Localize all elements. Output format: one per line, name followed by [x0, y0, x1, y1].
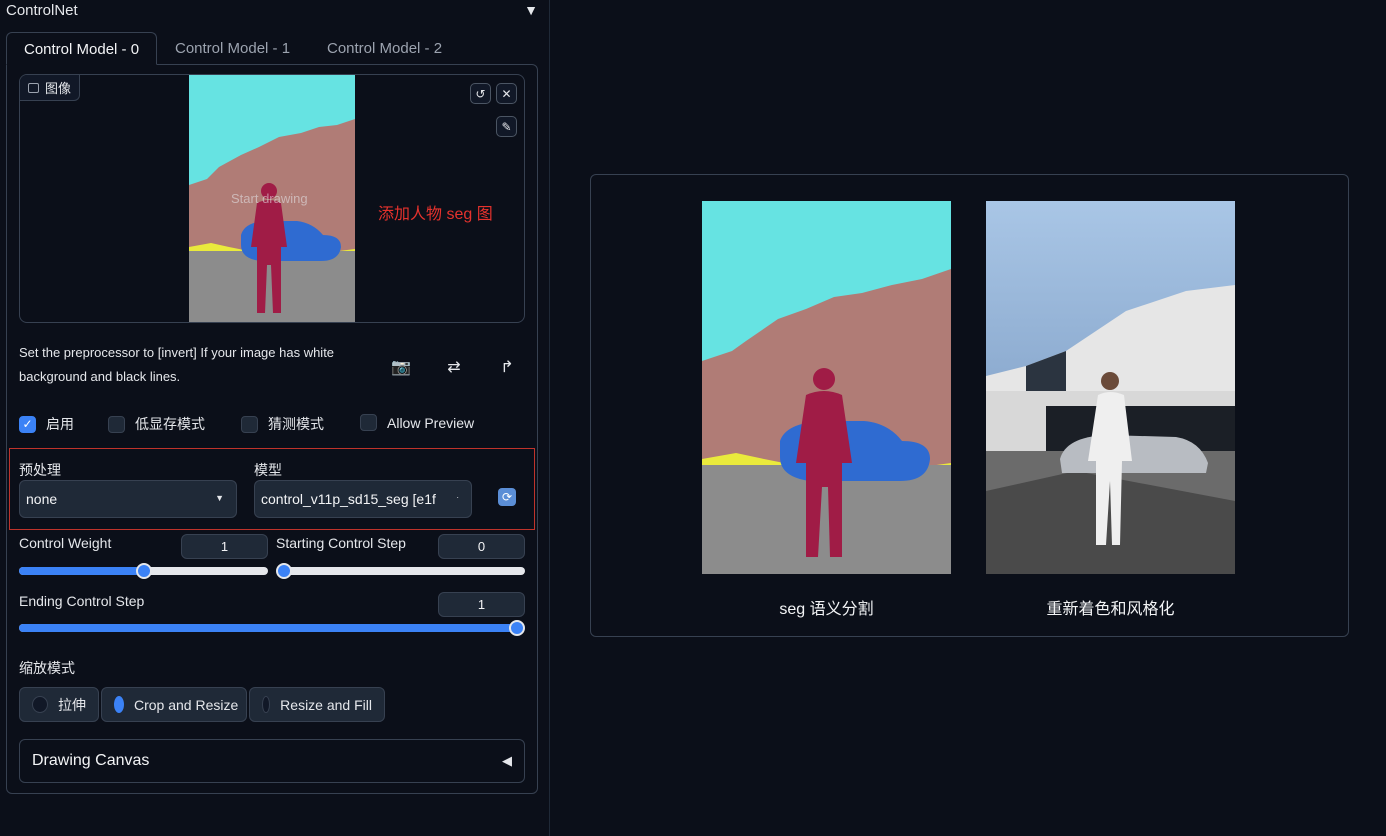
model-label: 模型 — [254, 462, 282, 478]
tab-label: Control Model - 1 — [175, 40, 291, 57]
image-label: 图像 — [20, 75, 81, 101]
preprocessor-label: 预处理 — [19, 462, 61, 478]
model-select[interactable]: control_v11p_sd15_seg [e1f · — [254, 480, 472, 518]
swap-icon[interactable]: ⇄ — [443, 356, 465, 378]
preprocessor-value: none — [26, 491, 58, 507]
checkmark-icon[interactable]: ✓ — [19, 415, 36, 433]
slider-thumb[interactable] — [509, 620, 525, 636]
checkbox-label: 低显存模式 — [135, 416, 205, 432]
radio-label: Crop and Resize — [134, 696, 239, 713]
result-gallery: seg 语义分割 重新着色和风格化 — [590, 174, 1349, 637]
checkbox-label: 猜测模式 — [268, 416, 324, 432]
drawing-canvas-accordion[interactable]: Drawing Canvas ◀ — [19, 739, 525, 783]
controlnet-header[interactable]: ControlNet ▼ — [6, 2, 542, 24]
slider-thumb[interactable] — [135, 563, 152, 579]
camera-icon[interactable]: 📷 — [390, 356, 412, 378]
tab-label: Control Model - 2 — [327, 40, 443, 57]
radio-label: 拉伸 — [58, 696, 86, 713]
tab-control-model-0[interactable]: Control Model - 0 — [6, 32, 158, 65]
controlnet-panel: ControlNet ▼ Control Model - 0 Control M… — [0, 0, 550, 836]
tab-label: Control Model - 0 — [24, 41, 140, 58]
checkbox-box[interactable] — [241, 415, 258, 433]
checkbox-box[interactable] — [360, 414, 377, 431]
resize-mode-label: 缩放模式 — [19, 660, 75, 676]
seg-map-image[interactable] — [702, 201, 951, 574]
radio-dot[interactable] — [114, 696, 124, 713]
checkbox-enable[interactable]: ✓ 启用 — [19, 414, 74, 434]
slider-thumb[interactable] — [276, 563, 292, 579]
preprocessor-select[interactable]: none ▼ — [19, 480, 237, 518]
ending-step-slider[interactable] — [19, 620, 525, 636]
caption-seg: seg 语义分割 — [779, 601, 874, 618]
starting-step-label: Starting Control Step — [276, 535, 406, 551]
brush-icon[interactable]: ✎ — [496, 116, 517, 137]
stylized-result-image[interactable] — [986, 201, 1235, 574]
drawing-canvas-title: Drawing Canvas — [32, 752, 150, 769]
starting-step-input[interactable]: 0 — [438, 534, 525, 559]
control-weight-slider[interactable] — [19, 563, 268, 579]
radio-stretch[interactable]: 拉伸 — [19, 687, 99, 722]
triangle-down-icon[interactable]: ▼ — [524, 2, 538, 18]
close-icon[interactable]: ✕ — [496, 83, 517, 104]
radio-label: Resize and Fill — [280, 696, 372, 713]
radio-dot[interactable] — [262, 696, 271, 713]
tab-bar: Control Model - 0 Control Model - 1 Cont… — [6, 32, 538, 65]
radio-resize-and-fill[interactable]: Resize and Fill — [249, 687, 385, 722]
triangle-left-icon[interactable]: ◀ — [502, 753, 512, 769]
checkbox-allow-preview[interactable]: Allow Preview — [360, 414, 474, 431]
ending-step-input[interactable]: 1 — [438, 592, 525, 617]
image-label-text: 图像 — [45, 81, 72, 96]
start-drawing-placeholder: Start drawing — [231, 191, 308, 206]
control-weight-input[interactable]: 1 — [181, 534, 268, 559]
radio-dot[interactable] — [32, 696, 48, 713]
starting-step-slider[interactable] — [276, 563, 525, 579]
checkbox-low-vram[interactable]: 低显存模式 — [108, 414, 205, 434]
tab-control-model-1[interactable]: Control Model - 1 — [158, 32, 307, 65]
caret-down-icon: ▼ — [215, 493, 224, 503]
checkbox-label: Allow Preview — [387, 414, 475, 431]
checkbox-label: 启用 — [46, 416, 74, 432]
caption-restyle: 重新着色和风格化 — [1046, 601, 1175, 618]
upload-arrow-icon[interactable]: ↱ — [496, 356, 518, 378]
caret-down-icon: · — [456, 493, 459, 502]
ending-step-label: Ending Control Step — [19, 593, 145, 609]
refresh-models-icon[interactable]: ⟳ — [498, 488, 516, 506]
control-weight-label: Control Weight — [19, 535, 112, 551]
tab-control-model-2[interactable]: Control Model - 2 — [310, 32, 459, 65]
slider-fill — [19, 567, 144, 575]
checkbox-guess-mode[interactable]: 猜测模式 — [241, 414, 324, 434]
checkbox-box[interactable] — [108, 415, 125, 433]
slider-fill — [19, 624, 517, 632]
preprocessor-hint: Set the preprocessor to [invert] If your… — [19, 345, 335, 384]
model-value: control_v11p_sd15_seg [e1f — [261, 491, 436, 507]
image-input[interactable]: 图像 Start drawing 添加人物 seg 图 ↺ ✕ ✎ — [19, 74, 525, 323]
radio-crop-and-resize[interactable]: Crop and Resize — [101, 687, 247, 722]
annotation-text: 添加人物 seg 图 — [378, 206, 493, 223]
controlnet-title: ControlNet — [6, 2, 78, 19]
image-icon — [28, 82, 39, 93]
undo-icon[interactable]: ↺ — [470, 83, 491, 104]
